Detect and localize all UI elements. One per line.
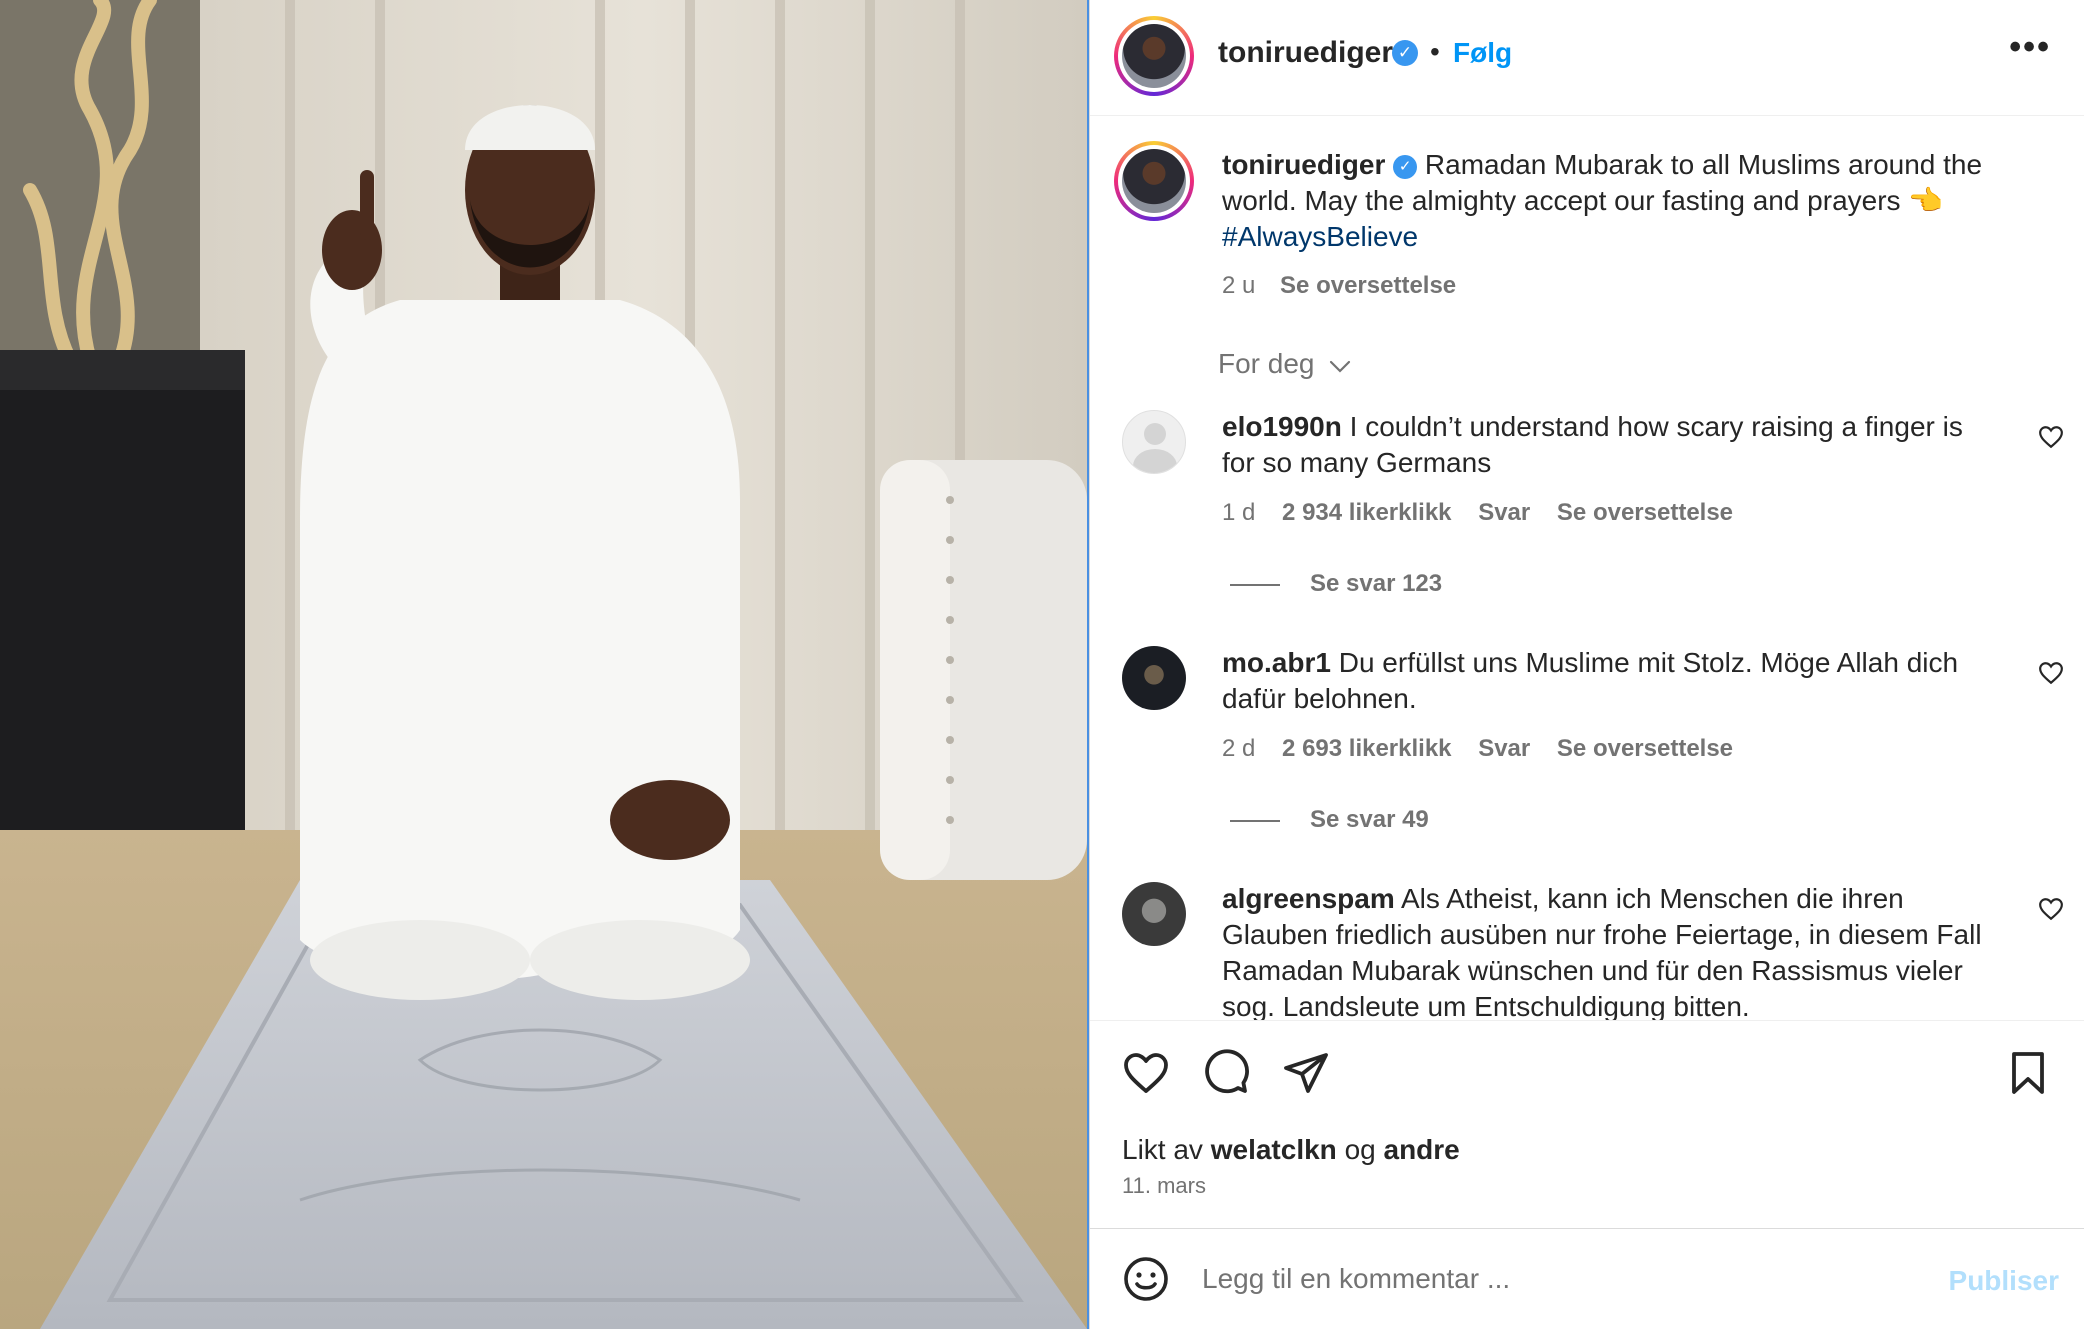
comment-3-line-3: Ramadan Mubarak wünschen und für den Ras… — [1222, 955, 1963, 986]
comment-3-line-4: sog. Landsleute um Entschuldigung bitten… — [1222, 991, 1750, 1020]
comment-2-username[interactable]: mo.abr1 — [1222, 647, 1331, 678]
comment-3-line-2: Glauben friedlich ausüben nur frohe Feie… — [1222, 919, 1982, 950]
replies-divider — [1230, 584, 1280, 586]
comment-3-username[interactable]: algreenspam — [1222, 883, 1395, 914]
comment-1-line-1: elo1990n I couldn’t understand how scary… — [1222, 409, 1963, 445]
author-avatar[interactable] — [1114, 16, 1194, 96]
liked-by-prefix: Likt av — [1122, 1134, 1203, 1165]
comment-3-heart-icon[interactable] — [2038, 896, 2064, 922]
liked-by: Likt av welatclkn og andre — [1122, 1134, 1460, 1166]
heart-icon[interactable] — [1122, 1049, 1170, 1097]
comment-1-meta: 1 d 2 934 likerklikk Svar Se oversettels… — [1222, 499, 1733, 527]
post-photo[interactable] — [0, 0, 1087, 1329]
comment-2-translate-button[interactable]: Se oversettelse — [1557, 735, 1733, 762]
comment-2-view-replies[interactable]: Se svar 49 — [1310, 806, 1429, 834]
comments-list[interactable]: toniruediger ✓ Ramadan Mubarak to all Mu… — [1090, 117, 2084, 1020]
comment-1-likes[interactable]: 2 934 likerklikk — [1282, 499, 1451, 526]
commenter-avatar[interactable] — [1122, 882, 1186, 946]
chevron-down-icon — [1330, 360, 1351, 373]
verified-badge-icon: ✓ — [1393, 155, 1418, 179]
comment-icon[interactable] — [1202, 1049, 1250, 1097]
comment-1-text-1: I couldn’t understand how scary raising … — [1349, 411, 1963, 442]
comment-2-line-1: mo.abr1 Du erfüllst uns Muslime mit Stol… — [1222, 645, 1958, 681]
post-actions: Likt av welatclkn og andre 11. mars — [1090, 1020, 2084, 1230]
author-username[interactable]: toniruediger — [1218, 36, 1393, 70]
publish-button[interactable]: Publiser — [1949, 1265, 2059, 1297]
comment-1-time: 1 d — [1222, 499, 1256, 526]
comment-2-text-1: Du erfüllst uns Muslime mit Stolz. Möge … — [1338, 647, 1959, 678]
caption-time: 2 u — [1222, 272, 1256, 299]
caption-translate-button[interactable]: Se oversettelse — [1280, 272, 1456, 299]
comment-1-heart-icon[interactable] — [2038, 424, 2064, 450]
post-date[interactable]: 11. mars — [1122, 1173, 1206, 1199]
caption-line-2: world. May the almighty accept our fasti… — [1222, 185, 1944, 216]
more-icon[interactable]: ••• — [2009, 28, 2051, 67]
comment-2-likes[interactable]: 2 693 likerklikk — [1282, 735, 1451, 762]
comment-1-translate-button[interactable]: Se oversettelse — [1557, 499, 1733, 526]
comment-3-text-1: Als Atheist, kann ich Menschen die ihren — [1400, 883, 1904, 914]
caption-meta: 2 u Se oversettelse — [1222, 272, 1456, 300]
bookmark-icon[interactable] — [2004, 1049, 2052, 1097]
post-photo-illustration — [0, 0, 1087, 1329]
send-icon[interactable] — [1282, 1049, 1330, 1097]
liked-by-others[interactable]: andre — [1384, 1134, 1460, 1165]
commenter-avatar[interactable] — [1122, 410, 1186, 474]
comment-1-view-replies[interactable]: Se svar 123 — [1310, 570, 1442, 598]
commenter-avatar[interactable] — [1122, 646, 1186, 710]
post-side-panel: toniruediger ✓ • Følg ••• toniruediger ✓… — [1089, 0, 2084, 1329]
verified-badge-icon: ✓ — [1392, 40, 1418, 66]
emoji-icon[interactable] — [1122, 1255, 1170, 1303]
caption-avatar[interactable] — [1114, 141, 1194, 221]
comment-1-line-2: for so many Germans — [1222, 447, 1492, 478]
comment-composer: Publiser — [1090, 1228, 2084, 1329]
replies-divider — [1230, 820, 1280, 822]
separator-dot: • — [1430, 36, 1440, 67]
caption-username[interactable]: toniruediger — [1222, 149, 1385, 180]
comment-2-meta: 2 d 2 693 likerklikk Svar Se oversettels… — [1222, 735, 1733, 763]
comment-filter-label: For deg — [1218, 348, 1315, 379]
caption-line-1: toniruediger ✓ Ramadan Mubarak to all Mu… — [1222, 147, 1982, 183]
post-header: toniruediger ✓ • Følg ••• — [1090, 0, 2084, 116]
follow-button[interactable]: Følg — [1453, 37, 1512, 69]
caption-text-1: Ramadan Mubarak to all Muslims around th… — [1424, 149, 1983, 180]
comment-3-line-1: algreenspam Als Atheist, kann ich Mensch… — [1222, 881, 1904, 917]
comment-1-username[interactable]: elo1990n — [1222, 411, 1342, 442]
comment-2-line-2: dafür belohnen. — [1222, 683, 1417, 714]
comment-2-time: 2 d — [1222, 735, 1256, 762]
comment-filter-dropdown[interactable]: For deg — [1218, 346, 1352, 382]
liked-by-joiner: og — [1344, 1134, 1376, 1165]
caption-hashtag[interactable]: #AlwaysBelieve — [1222, 219, 1418, 255]
comment-2-heart-icon[interactable] — [2038, 660, 2064, 686]
comment-2-reply-button[interactable]: Svar — [1478, 735, 1530, 762]
comment-input[interactable] — [1202, 1257, 1902, 1301]
comment-1-reply-button[interactable]: Svar — [1478, 499, 1530, 526]
liked-by-user[interactable]: welatclkn — [1211, 1134, 1337, 1165]
